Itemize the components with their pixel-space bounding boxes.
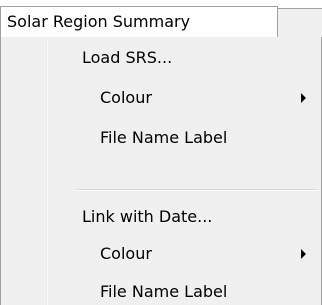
dropdown-menu: Load SRS... Colour File Name Label Link …: [0, 37, 322, 305]
submenu-arrow-icon: [301, 249, 306, 259]
menu-item-label: Load SRS...: [82, 48, 173, 67]
menu-item-colour-2[interactable]: Colour: [48, 235, 320, 272]
menu-icon-gutter: [2, 37, 46, 305]
menu-item-file-name-label[interactable]: File Name Label: [48, 119, 320, 156]
menu-separator: [77, 189, 317, 191]
menu-item-file-name-label-2[interactable]: File Name Label: [48, 273, 320, 305]
menu-item-link-with-date[interactable]: Link with Date...: [48, 198, 320, 235]
menu-item-label: File Name Label: [100, 282, 228, 301]
menu-title-solar-region-summary[interactable]: Solar Region Summary: [0, 6, 278, 38]
menu-item-label: File Name Label: [100, 128, 228, 147]
menu-item-label: Link with Date...: [82, 207, 213, 226]
menu-item-label: Colour: [100, 244, 152, 263]
menu-bar: Solar Region Summary: [0, 0, 322, 38]
menu-item-colour[interactable]: Colour: [48, 79, 320, 116]
menu-bar-track: [278, 8, 322, 38]
submenu-arrow-icon: [301, 93, 306, 103]
menu-item-load-srs[interactable]: Load SRS...: [48, 39, 320, 76]
menu-item-label: Colour: [100, 88, 152, 107]
